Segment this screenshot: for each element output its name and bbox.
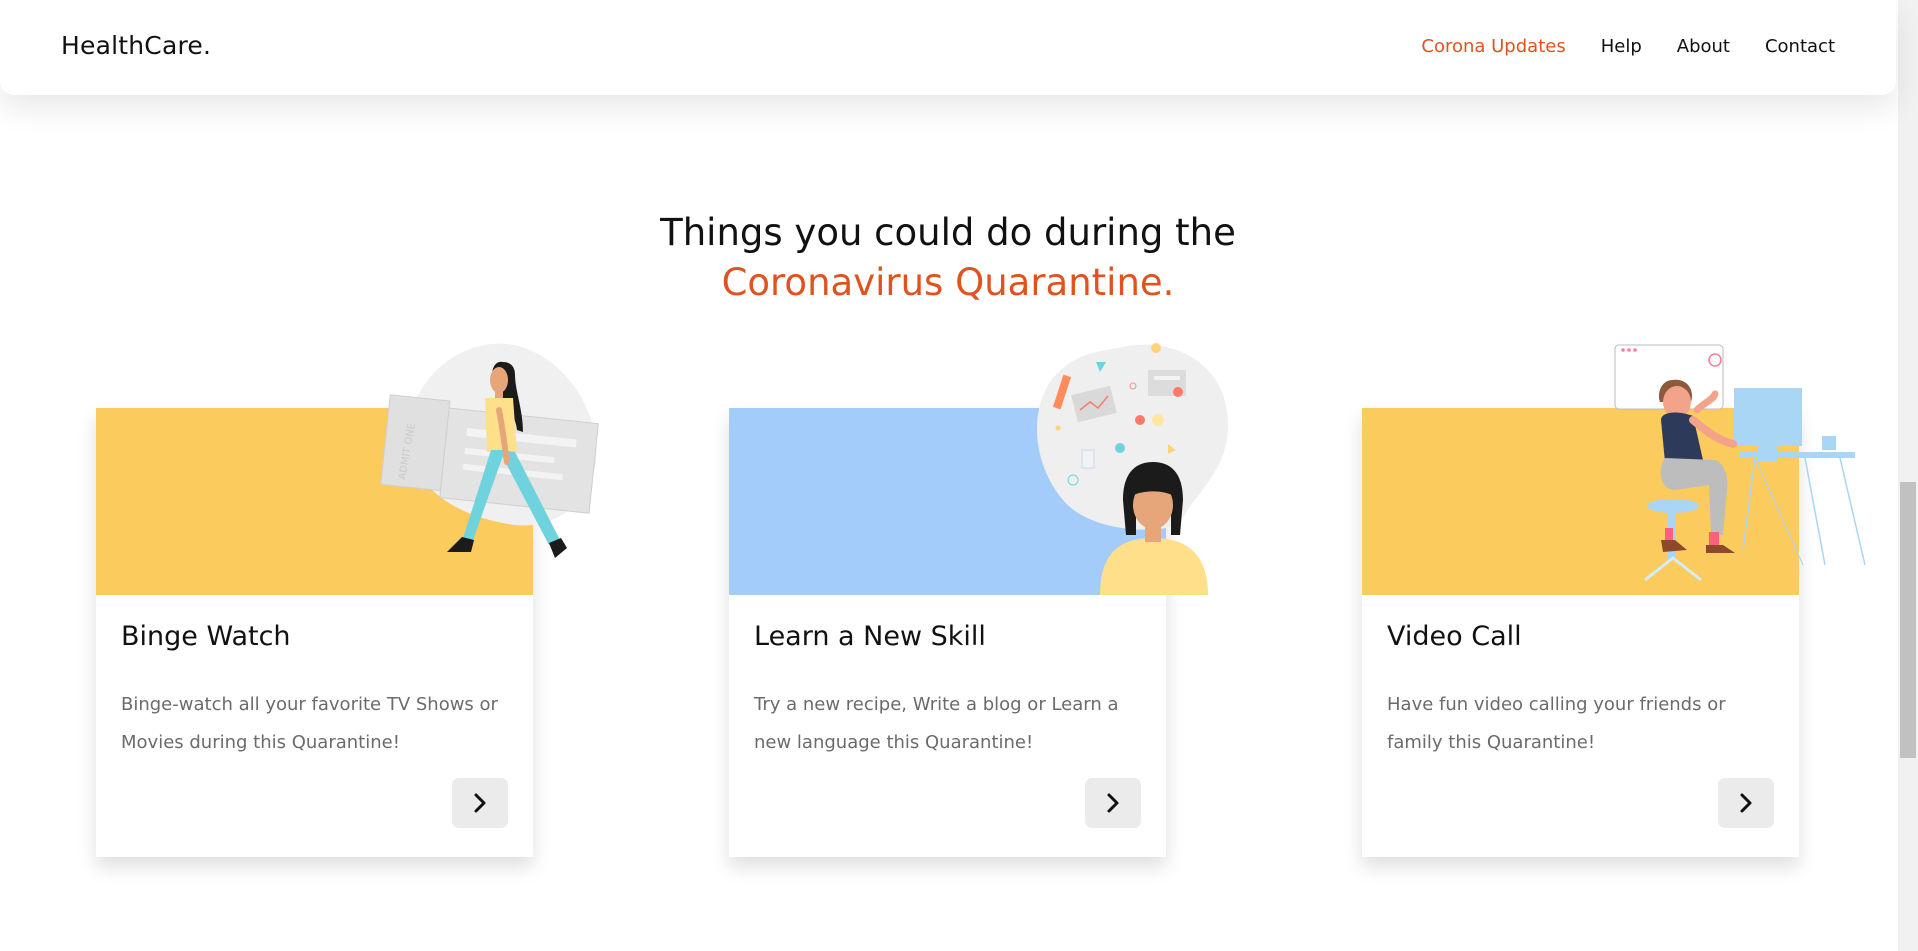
heading-line-2: Coronavirus Quarantine. (721, 261, 1175, 304)
card-title: Binge Watch (121, 621, 291, 652)
nav-link-corona-updates[interactable]: Corona Updates (1421, 36, 1565, 57)
learning-woman-illustration (1036, 343, 1228, 595)
nav-link-contact[interactable]: Contact (1765, 36, 1835, 57)
brand-logo[interactable]: HealthCare. (61, 31, 211, 60)
scrollbar-thumb[interactable] (1900, 482, 1916, 758)
page: HealthCare. Corona Updates Help About Co… (0, 0, 1918, 951)
section-heading: Things you could do during the Coronavir… (0, 208, 1896, 308)
card-title: Learn a New Skill (754, 621, 986, 652)
card-description: Have fun video calling your friends or f… (1387, 694, 1726, 753)
card-title: Video Call (1387, 621, 1522, 652)
scrollbar-track[interactable] (1898, 0, 1918, 951)
video-call-man-illustration (1614, 344, 1866, 582)
navbar: HealthCare. Corona Updates Help About Co… (0, 0, 1896, 95)
card-next-button[interactable] (452, 778, 508, 828)
nav-links: Corona Updates Help About Contact (1421, 36, 1835, 57)
card-description: Binge-watch all your favorite TV Shows o… (121, 694, 498, 753)
chevron-right-icon (1107, 793, 1119, 813)
chevron-right-icon (1740, 793, 1752, 813)
card-next-button[interactable] (1085, 778, 1141, 828)
nav-link-about[interactable]: About (1677, 36, 1730, 57)
card-description: Try a new recipe, Write a blog or Learn … (754, 694, 1119, 753)
walking-woman-ticket-illustration: ADMIT ONE (380, 343, 599, 558)
heading-line-1: Things you could do during the (660, 211, 1236, 254)
chevron-right-icon (474, 793, 486, 813)
nav-link-help[interactable]: Help (1601, 36, 1642, 57)
card-next-button[interactable] (1718, 778, 1774, 828)
